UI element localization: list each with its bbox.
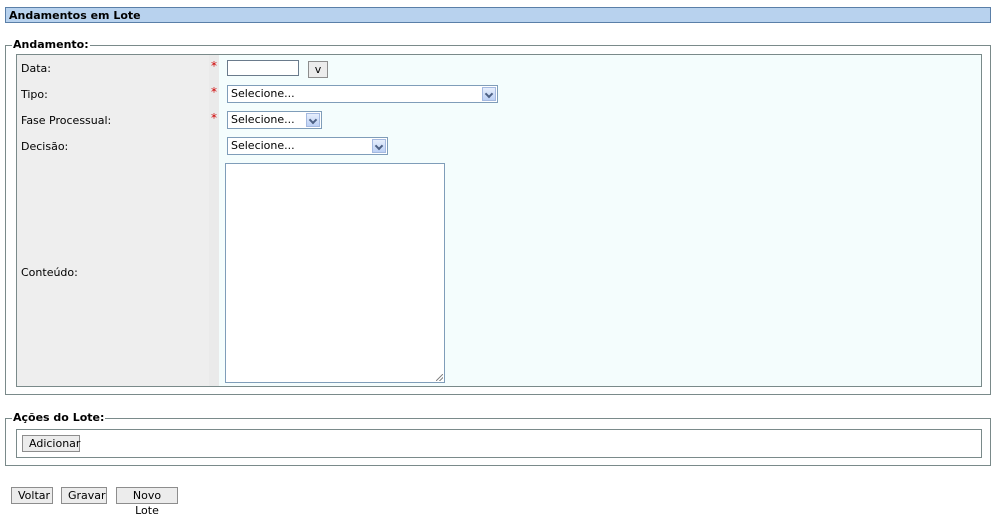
gravar-button[interactable]: Gravar [61, 487, 107, 504]
andamento-fieldset: Data: * v Tipo: * Selecione... Fase Proc… [5, 39, 991, 395]
resize-grip-icon[interactable] [436, 374, 443, 381]
date-picker-button[interactable]: v [308, 61, 328, 78]
chevron-down-icon[interactable] [482, 87, 496, 101]
page-title: Andamentos em Lote [5, 7, 991, 23]
required-marker: * [209, 55, 219, 81]
conteudo-label: Conteúdo: [17, 159, 209, 386]
decisao-select[interactable]: Selecione... [227, 137, 388, 155]
data-label: Data: [17, 55, 209, 81]
required-marker: * [209, 81, 219, 107]
andamento-legend: Andamento: [12, 38, 90, 51]
novo-lote-button[interactable]: Novo Lote [116, 487, 178, 517]
tipo-select[interactable]: Selecione... [227, 85, 498, 103]
data-row: Data: * v [17, 55, 981, 82]
decisao-label: Decisão: [17, 133, 209, 159]
add-button[interactable]: Adicionar [22, 435, 80, 452]
fase-select[interactable]: Selecione... [227, 111, 322, 129]
data-input[interactable] [227, 60, 299, 76]
decisao-row: Decisão: Selecione... [17, 133, 981, 160]
conteudo-textarea[interactable] [225, 163, 445, 383]
tipo-label: Tipo: [17, 81, 209, 107]
acoes-legend: Ações do Lote: [12, 411, 106, 424]
fase-row: Fase Processual: * Selecione... [17, 107, 981, 134]
conteudo-row: Conteúdo: [17, 159, 981, 386]
fase-label: Fase Processual: [17, 107, 209, 133]
required-marker: * [209, 107, 219, 133]
voltar-button[interactable]: Voltar [11, 487, 53, 504]
acoes-panel: Adicionar [16, 429, 982, 458]
chevron-down-icon[interactable] [372, 139, 386, 153]
andamento-form-table: Data: * v Tipo: * Selecione... Fase Proc… [16, 54, 982, 387]
chevron-down-icon[interactable] [306, 113, 320, 127]
tipo-row: Tipo: * Selecione... [17, 81, 981, 108]
acoes-fieldset: Adicionar Ações do Lote: [5, 412, 991, 466]
